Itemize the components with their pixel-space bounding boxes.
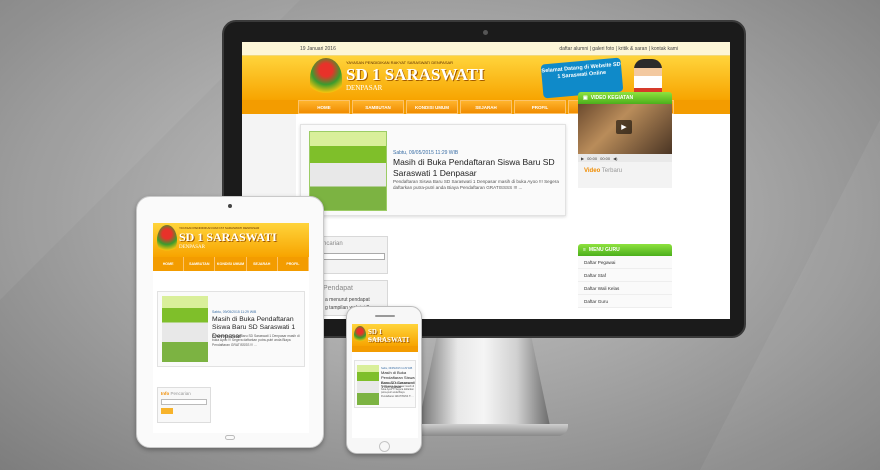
nav-kondisi-umum[interactable]: KONDISI UMUM [406,100,458,114]
search-box: Info Pencarian [157,387,211,423]
camera-icon [483,30,488,35]
speaker-icon [375,315,395,317]
nav-sambutan[interactable]: SAMBUTAN [184,257,216,271]
nav-home[interactable]: HOME [153,257,185,271]
post-thumbnail[interactable] [162,296,208,362]
home-button[interactable] [379,441,390,452]
post-date: Sabtu, 09/05/2015 11:29 WIB [212,310,257,314]
menu-item-daftar-staf[interactable]: Daftar Staf [578,269,672,282]
camera-icon [228,204,232,208]
search-input[interactable] [161,399,207,405]
news-post[interactable]: Sabtu, 09/05/2015 11:29 WIB Masih di Buk… [300,124,566,216]
site-header: YAYASAN PENDIDIKAN RAKYAT SARASWATI DENP… [153,223,309,257]
video-icon: ▣ [583,95,588,101]
tablet-device: YAYASAN PENDIDIKAN RAKYAT SARASWATI DENP… [136,196,324,448]
post-thumbnail[interactable] [357,365,379,405]
saraswati-logo-icon [157,225,177,255]
search-button[interactable] [161,408,173,414]
nav-kondisi-umum[interactable]: KONDISI UMUM [215,257,247,271]
video-caption: Video Terbaru [578,162,672,188]
menu-guru-list: Daftar Pegawai Daftar Staf Daftar Wali K… [578,256,672,308]
search-label-partial: ncarian [323,241,343,247]
duration-time: 00:00 [600,155,611,161]
video-controls: ▶ 00:00 00:00 ◀) [578,154,672,162]
post-excerpt: Pendaftaran Siswa Baru SD Saraswati 1 De… [393,179,559,191]
nav-sambutan[interactable]: SAMBUTAN [352,100,404,114]
school-name[interactable]: SD 1 SARASWATI [368,328,418,344]
nav-home[interactable]: HOME [298,100,350,114]
post-thumbnail[interactable] [309,131,387,211]
top-links[interactable]: daftar alumni | galeri foto | kritik & s… [559,46,678,52]
top-bar: 19 Januari 2016 daftar alumni | galeri f… [242,42,730,56]
nav-sejarah[interactable]: SEJARAH [460,100,512,114]
school-city: DENPASAR [346,84,383,92]
news-post[interactable]: Sabtu, 09/05/2015 11:29 WIB Masih di Buk… [157,291,305,367]
monitor-base [400,424,568,436]
nav-profil[interactable]: PROFIL [514,100,566,114]
site-header: SD 1 SARASWATI DENPASAR [352,324,418,346]
post-excerpt: Pendaftaran Siswa Baru SD Saraswati 1 De… [381,382,415,398]
video-player[interactable]: ▶ [578,104,672,154]
main-nav[interactable] [352,346,418,352]
menu-guru-header: ≡ MENU GURU [578,244,672,256]
video-panel: ▣ VIDEO KEGIATAN ▶ ▶ 00:00 00:00 ◀) Vide… [578,92,672,188]
post-date: Sabtu, 09/05/2015 11:29 WIB [393,150,459,156]
menu-item-daftar-guru[interactable]: Daftar Guru [578,295,672,308]
post-title[interactable]: Masih di Buka Pendaftaran Siswa Baru SD … [393,157,563,178]
video-panel-header: ▣ VIDEO KEGIATAN [578,92,672,104]
news-post[interactable]: Sabtu, 09/05/2015 11:29 WIB Masih di Buk… [354,360,416,408]
saraswati-logo-icon [354,326,366,344]
menu-icon: ≡ [583,247,586,253]
school-city: DENPASAR [179,245,205,250]
home-button[interactable] [225,435,235,440]
saraswati-logo-icon [310,58,342,98]
nav-sejarah[interactable]: SEJARAH [247,257,278,271]
school-name[interactable]: SD 1 SARASWATI [179,230,277,245]
menu-item-daftar-wali-kelas[interactable]: Daftar Wali Kelas [578,282,672,295]
tablet-screen: YAYASAN PENDIDIKAN RAKYAT SARASWATI DENP… [153,223,309,433]
elapsed-time: 00:00 [587,155,598,161]
poll-question-line1: a menurut pendapat [325,297,370,303]
main-nav: HOME SAMBUTAN KONDISI UMUM SEJARAH PROFI… [153,257,309,271]
post-excerpt: Pendaftaran Siswa Baru SD Saraswati 1 De… [212,334,300,347]
current-date: 19 Januari 2016 [300,45,336,52]
poll-label: Pendapat [323,285,353,292]
phone-screen: SD 1 SARASWATI DENPASAR Sabtu, 09/05/201… [352,324,418,438]
play-icon[interactable]: ▶ [616,120,632,134]
search-input-partial[interactable] [319,253,385,260]
menu-guru-panel: ≡ MENU GURU Daftar Pegawai Daftar Staf D… [578,244,672,308]
phone-device: SD 1 SARASWATI DENPASAR Sabtu, 09/05/201… [346,306,422,454]
search-label: Info Pencarian [161,391,191,396]
volume-icon[interactable]: ◀) [613,156,617,161]
school-city: DENPASAR [368,337,385,341]
nav-profil[interactable]: PROFIL [278,257,309,271]
play-button-icon[interactable]: ▶ [581,156,584,161]
menu-item-daftar-pegawai[interactable]: Daftar Pegawai [578,256,672,269]
monitor-stand [418,338,550,426]
school-name[interactable]: SD 1 SARASWATI [346,65,485,85]
